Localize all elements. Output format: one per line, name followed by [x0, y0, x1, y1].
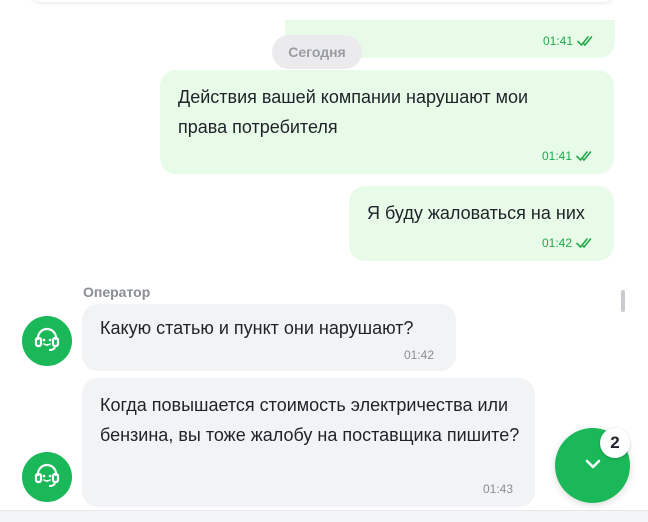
incoming-message: Какую статью и пункт они нарушают? 01:42 [82, 304, 456, 371]
message-time: 01:42 [403, 348, 434, 362]
message-text: Я буду жаловаться на них [367, 203, 585, 223]
message-meta: 01:41 [543, 34, 595, 48]
operator-avatar [22, 316, 72, 366]
incoming-message: Когда повышается стоимость электричества… [82, 378, 535, 507]
double-check-icon [576, 150, 594, 162]
message-text: Когда повышается стоимость электричества… [100, 395, 520, 445]
message-text: Какую статью и пункт они нарушают? [100, 318, 414, 338]
operator-label: Оператор [83, 284, 151, 300]
double-check-icon [576, 237, 594, 249]
message-time: 01:42 [541, 236, 572, 250]
outgoing-message: Я буду жаловаться на них 01:42 [349, 186, 614, 261]
unread-count-badge: 2 [600, 428, 630, 458]
previous-card [30, 0, 615, 2]
date-divider-label: Сегодня [288, 44, 346, 60]
unread-count: 2 [610, 433, 620, 452]
message-text: Действия вашей компании нарушают мои пра… [178, 87, 529, 137]
message-time: 01:41 [541, 149, 572, 163]
message-meta: 01:41 [542, 149, 594, 163]
headset-icon [32, 324, 62, 359]
scrollbar-thumb[interactable] [621, 290, 625, 312]
date-divider: Сегодня [272, 35, 362, 69]
outgoing-message: Действия вашей компании нарушают мои пра… [160, 70, 614, 174]
double-check-icon [577, 35, 595, 47]
headset-icon [32, 460, 62, 495]
operator-avatar [22, 452, 72, 502]
message-time: 01:41 [542, 34, 573, 48]
message-time: 01:43 [482, 482, 513, 496]
chevron-down-icon [583, 457, 603, 475]
message-meta: 01:42 [542, 236, 594, 250]
bottom-divider [0, 510, 648, 522]
